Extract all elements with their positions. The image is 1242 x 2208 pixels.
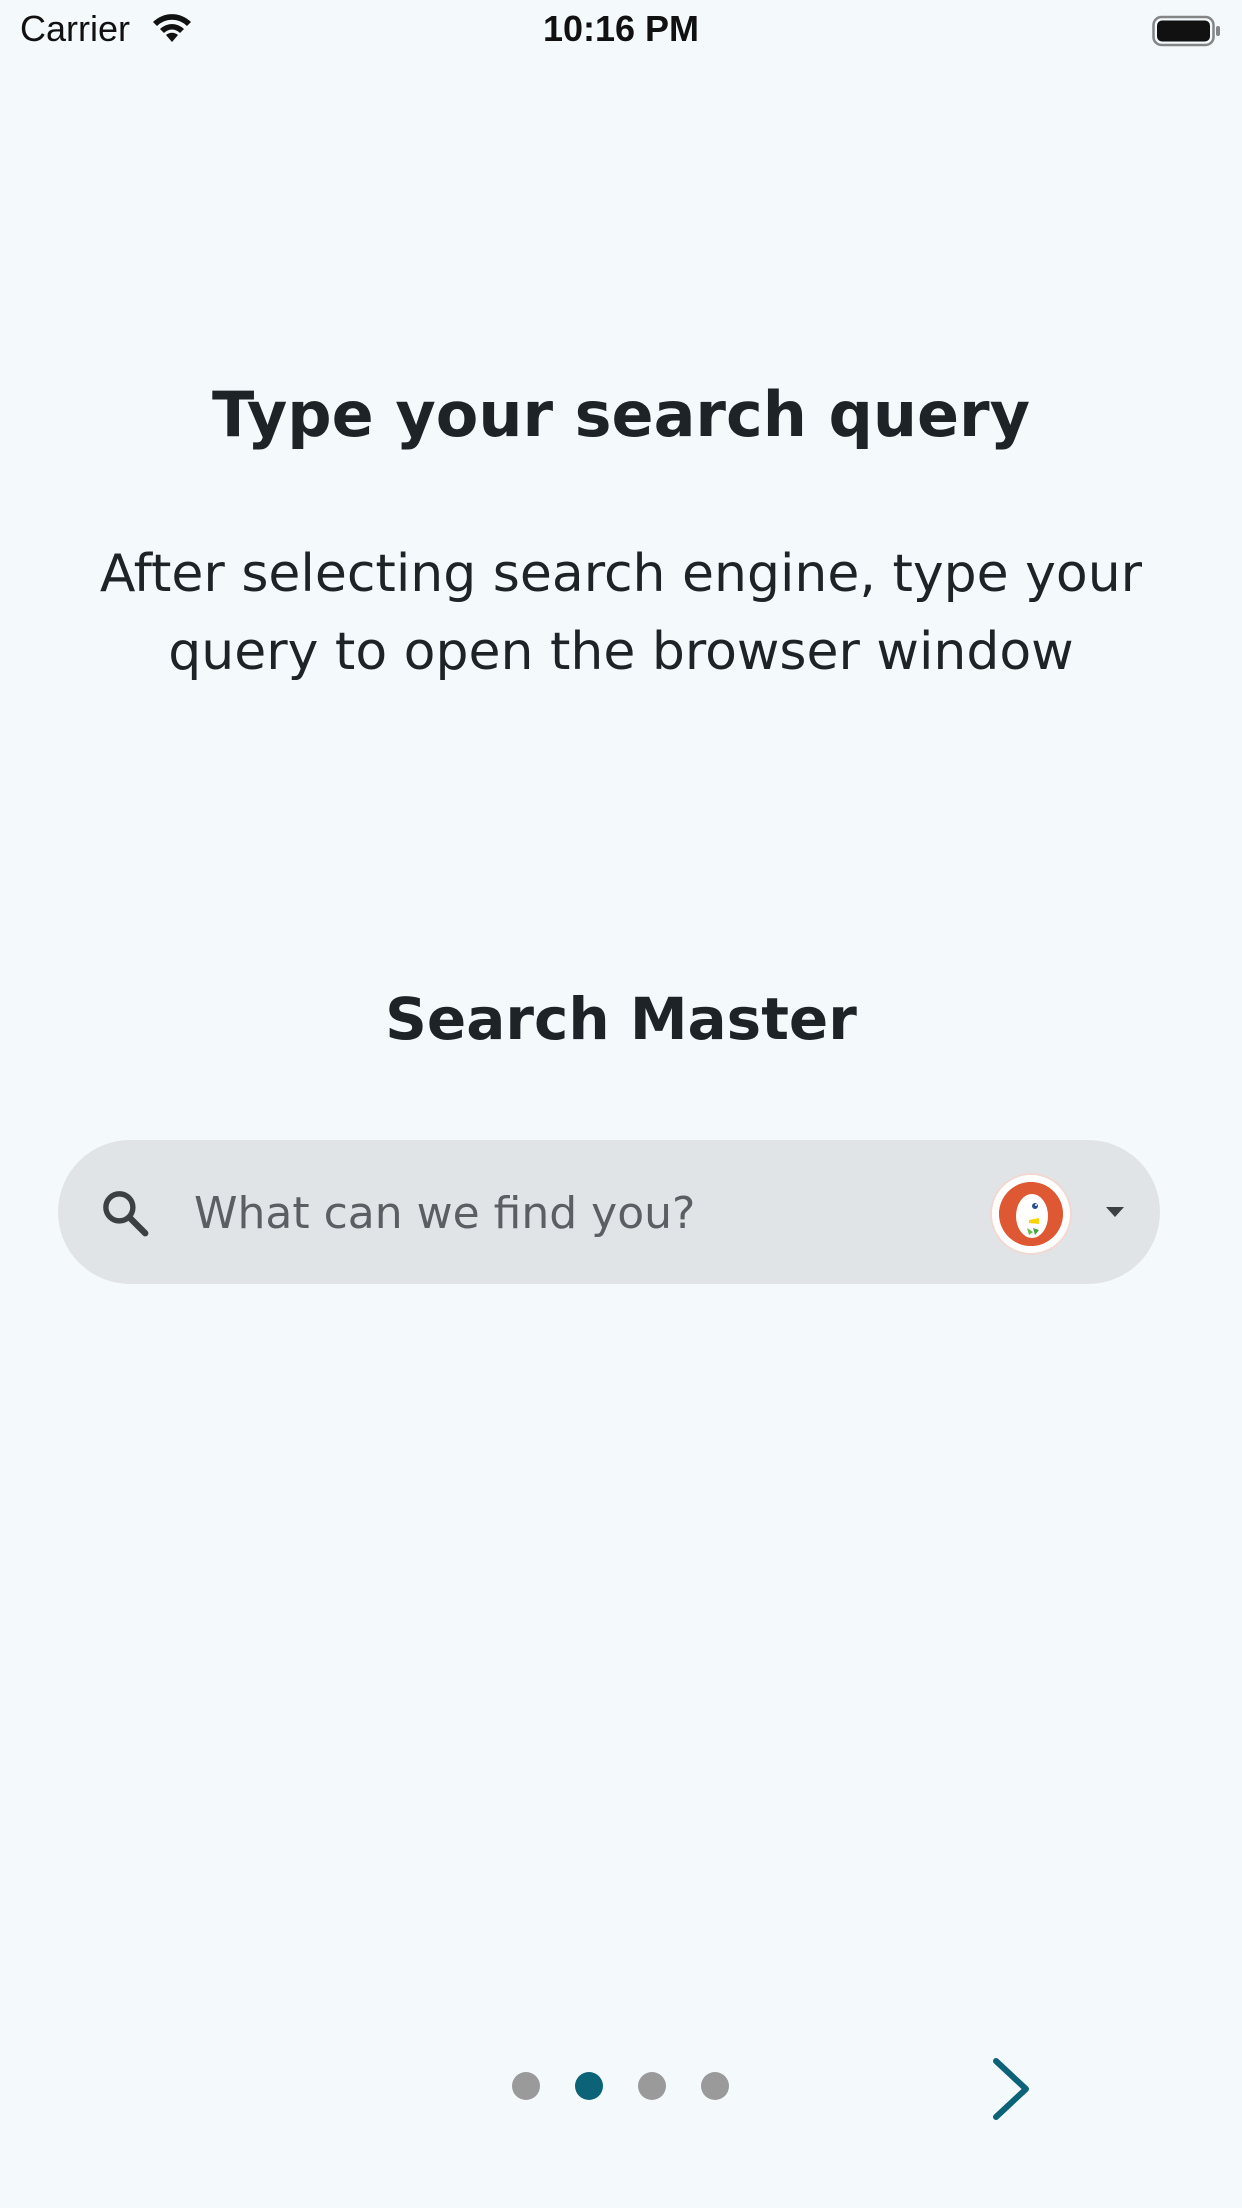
next-button[interactable] — [976, 2054, 1046, 2124]
search-icon — [103, 1191, 149, 1237]
page-dot-4[interactable] — [701, 2072, 729, 2100]
page-dot-1[interactable] — [512, 2072, 540, 2100]
page-indicator — [512, 2072, 729, 2102]
onboarding-screen: Carrier 10:16 PM Type your search query … — [0, 0, 1242, 2208]
status-bar: Carrier 10:16 PM — [0, 0, 1242, 60]
page-dot-3[interactable] — [638, 2072, 666, 2100]
chevron-down-icon[interactable] — [1100, 1196, 1130, 1226]
onboarding-description: After selecting search engine, type your… — [99, 544, 1143, 682]
duckduckgo-icon — [999, 1182, 1063, 1246]
chevron-right-icon — [993, 2058, 1029, 2120]
search-bar[interactable] — [58, 1140, 1160, 1284]
search-engine-selector[interactable] — [990, 1173, 1072, 1255]
app-title: Search Master — [385, 985, 857, 1053]
clock: 10:16 PM — [542, 8, 700, 49]
page-dot-2-active[interactable] — [575, 2072, 603, 2100]
battery-icon — [1152, 15, 1220, 47]
search-input[interactable] — [192, 1176, 996, 1250]
onboarding-title: Type your search query — [211, 378, 1031, 451]
